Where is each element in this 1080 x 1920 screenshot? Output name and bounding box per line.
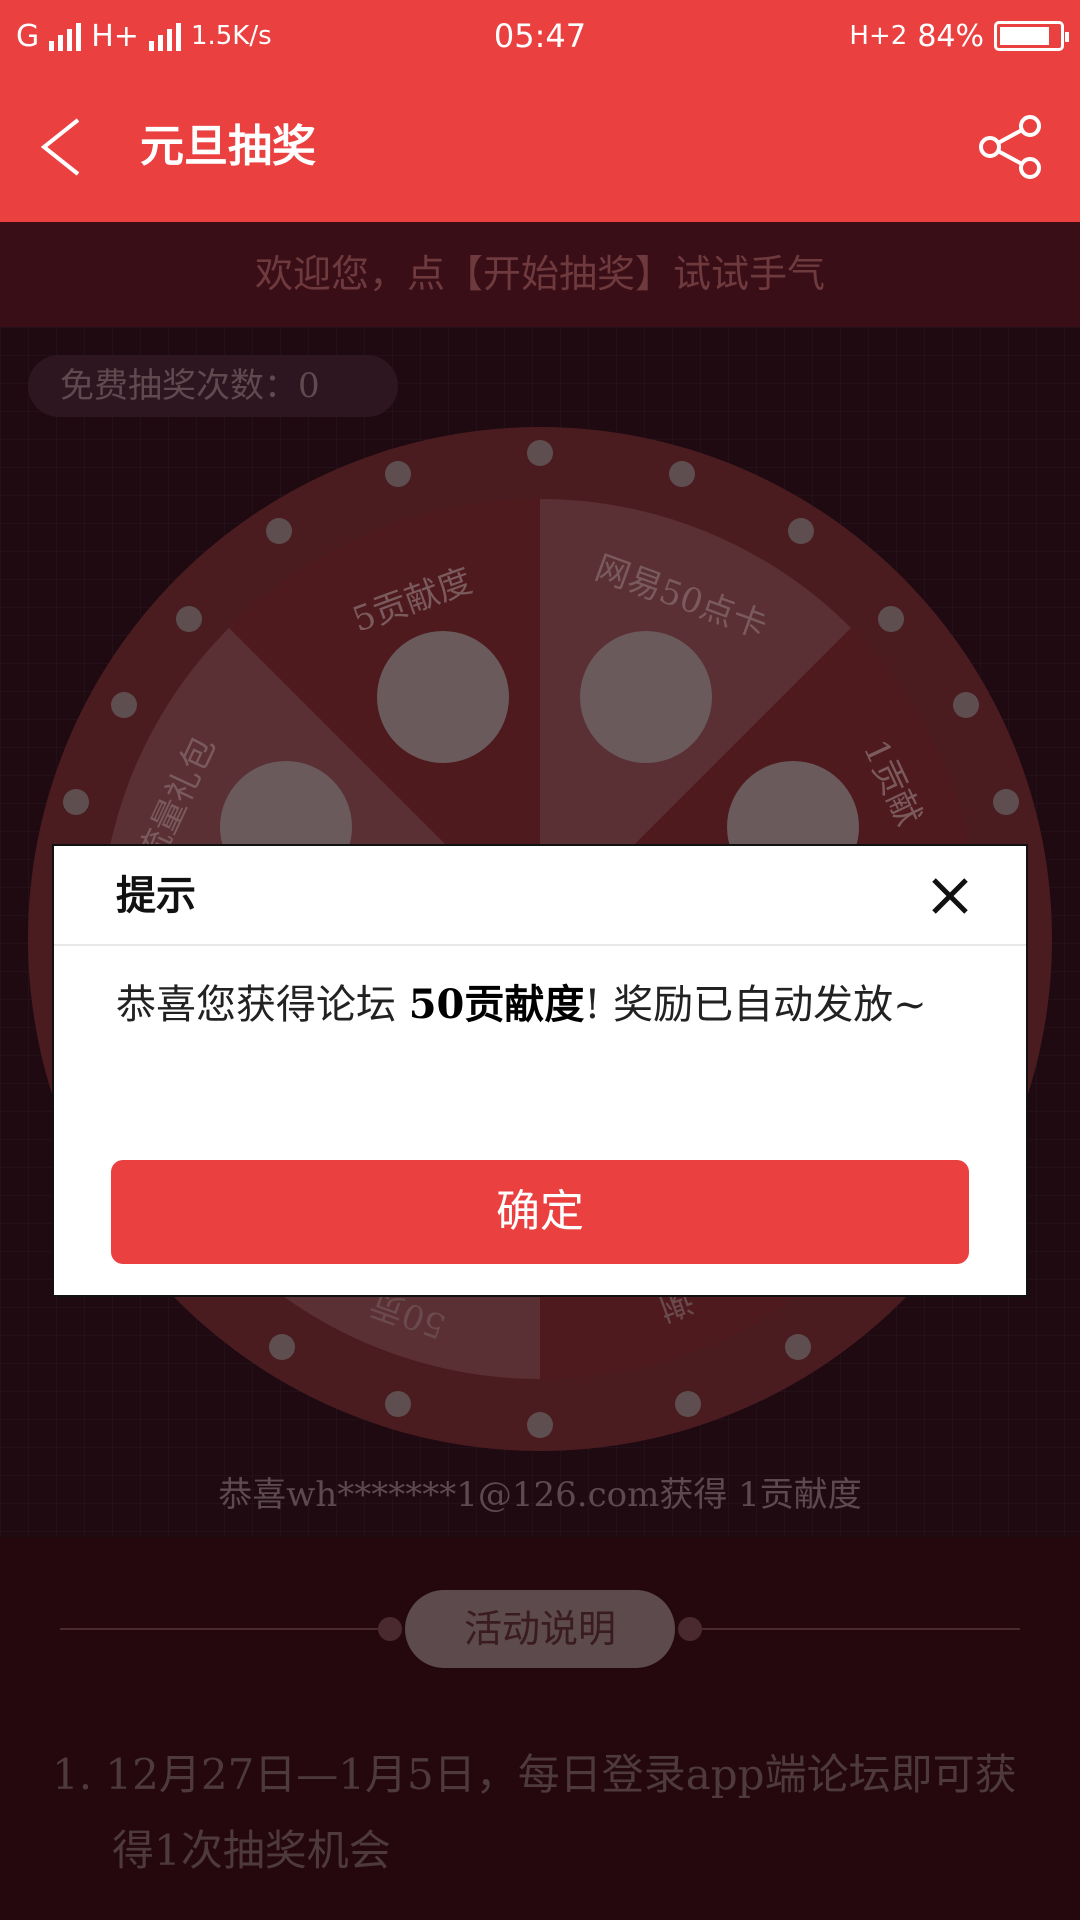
status-bar: G H+ 1.5K/s 05:47 H+2 84%: [0, 0, 1080, 72]
confirm-button[interactable]: 确定: [111, 1160, 969, 1264]
message-suffix: ! 奖励已自动发放~: [584, 982, 927, 1028]
divider: [60, 1628, 390, 1630]
prize-coins-icon: [377, 631, 509, 763]
close-icon[interactable]: [928, 874, 972, 918]
prize-dialog: 提示 恭喜您获得论坛 50贡献度! 奖励已自动发放~ 确定: [54, 846, 1026, 1295]
network-type-label-2: H+: [91, 18, 139, 54]
rule-item: 1. 12月27日—1月5日，每日登录app端论坛即可获得1次抽奖机会: [52, 1750, 1017, 1875]
welcome-banner: 欢迎您，点【开始抽奖】试试手气: [0, 222, 1080, 327]
network-type-label-3: H+2: [849, 21, 908, 51]
dialog-header: 提示: [54, 846, 1026, 946]
prize-card-icon: [580, 631, 712, 763]
signal-icon: [49, 21, 82, 51]
chevron-left-icon[interactable]: [36, 112, 106, 182]
dialog-message: 恭喜您获得论坛 50贡献度! 奖励已自动发放~: [116, 974, 976, 1036]
battery-percent: 84%: [917, 18, 984, 54]
network-type-label: G: [16, 18, 40, 54]
activity-rules-button[interactable]: 活动说明: [405, 1590, 675, 1668]
app-bar: 元旦抽奖: [0, 72, 1080, 222]
signal-icon-2: [148, 21, 181, 51]
divider: [690, 1628, 1020, 1630]
winner-notice: 恭喜wh*******1@126.com获得 1贡献度: [218, 1475, 862, 1515]
page-title: 元旦抽奖: [140, 121, 316, 172]
divider-dot: [378, 1617, 402, 1641]
dialog-title: 提示: [116, 872, 196, 919]
activity-section: 活动说明 1. 12月27日—1月5日，每日登录app端论坛即可获得1次抽奖机会: [0, 1537, 1080, 1920]
divider-dot: [678, 1617, 702, 1641]
prize-highlight: 50贡献度: [408, 981, 585, 1028]
share-icon[interactable]: [978, 114, 1044, 180]
free-draws-counter: 免费抽奖次数：0: [28, 355, 398, 417]
battery-icon: [994, 21, 1069, 51]
network-speed: 1.5K/s: [190, 21, 272, 51]
message-prefix: 恭喜您获得论坛: [116, 982, 396, 1028]
